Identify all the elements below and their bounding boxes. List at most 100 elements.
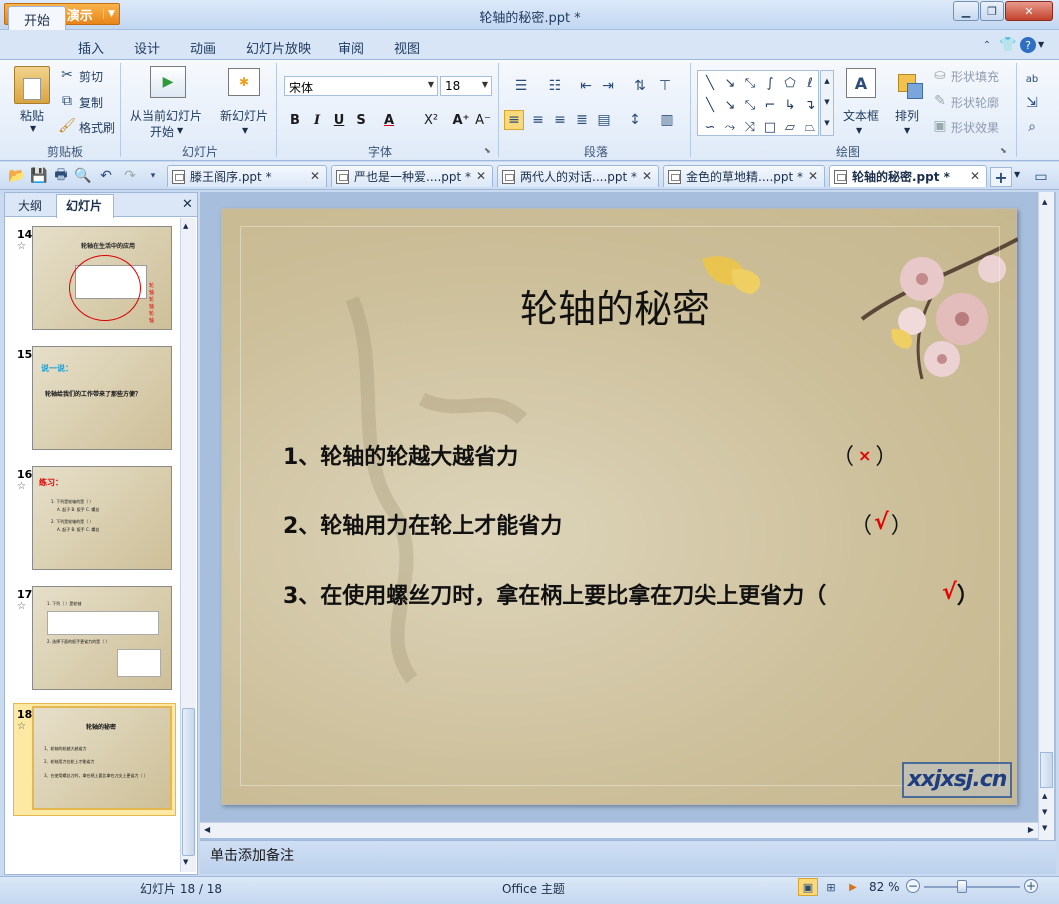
doc-tab[interactable]: 两代人的对话....ppt * ✕ xyxy=(497,165,659,187)
close-icon[interactable]: ✕ xyxy=(808,169,818,183)
copy-button[interactable]: 复制 xyxy=(79,94,103,111)
zoom-out-icon[interactable]: − xyxy=(906,879,920,893)
select-icon[interactable]: ⇲ xyxy=(1022,94,1042,112)
tab-view[interactable]: 视图 xyxy=(394,38,420,57)
window-layout-icon[interactable]: ▭ xyxy=(1030,167,1052,187)
dialog-launcher-icon[interactable]: ⬊ xyxy=(1000,146,1007,155)
justify-icon[interactable]: ≣ xyxy=(572,110,592,130)
slideshow-icon[interactable]: ▶ xyxy=(844,878,862,896)
zoom-slider-thumb[interactable] xyxy=(957,880,968,893)
play-from-current-label-2[interactable]: 开始 xyxy=(150,123,174,140)
arrow-connector-icon[interactable]: ↘ xyxy=(721,96,739,114)
text-direction-icon[interactable]: ⇅ xyxy=(630,76,650,96)
slide-item-3[interactable]: 3、在使用螺丝刀时，拿在柄上要比拿在刀尖上更省力（ xyxy=(283,578,826,610)
tab-review[interactable]: 审阅 xyxy=(338,38,364,57)
shapes-gallery[interactable]: ╲ ↘ ⤡ ∫ ⬠ ℓ ╲ ↘ ⤡ ⌐ ↳ ↴ ∽ ⤳ ⤨ □ ▱ ⏢ xyxy=(697,70,819,136)
slide-thumbnail-selected[interactable]: 轮轴的秘密 1、轮轴的轮越大越省力 2、轮轴用力在轮上才能省力 3、在使用螺丝刀… xyxy=(32,706,172,810)
help-dropdown-icon[interactable]: ▼ xyxy=(1038,40,1044,49)
font-color-button[interactable]: A xyxy=(380,111,398,131)
paste-dropdown-icon[interactable]: ▼ xyxy=(30,124,36,133)
rectangle-shape-icon[interactable]: □ xyxy=(761,118,779,136)
slide-sorter-icon[interactable]: ⊞ xyxy=(821,878,841,896)
customize-toolbar-icon[interactable]: ▾ xyxy=(146,167,160,185)
close-icon[interactable]: ✕ xyxy=(970,169,980,183)
new-tab-button[interactable]: + xyxy=(990,167,1012,187)
tab-insert[interactable]: 插入 xyxy=(78,38,104,57)
connector-shape-icon[interactable]: ╲ xyxy=(701,96,719,114)
elbow-connector-icon[interactable]: ⌐ xyxy=(761,96,779,114)
grow-font-button[interactable]: A⁺ xyxy=(452,111,470,131)
slide-title[interactable]: 轮轴的秘密 xyxy=(400,278,830,333)
shrink-font-button[interactable]: A⁻ xyxy=(474,111,492,131)
arrange-button[interactable]: 排列 xyxy=(895,107,919,124)
new-slide-dropdown-icon[interactable]: ▼ xyxy=(242,126,248,135)
chevron-down-icon[interactable]: ▼ xyxy=(177,126,183,135)
scribble-shape-icon[interactable]: ℓ xyxy=(801,74,819,92)
italic-button[interactable]: I xyxy=(308,111,326,131)
scroll-down-icon[interactable]: ▼ xyxy=(1042,824,1047,832)
scroll-thumb[interactable] xyxy=(182,708,195,856)
font-size-combo[interactable]: 18 ▼ xyxy=(440,76,492,96)
elbow-arrow-icon[interactable]: ↳ xyxy=(781,96,799,114)
scroll-left-icon[interactable]: ◀ xyxy=(204,825,210,834)
chevron-down-icon[interactable]: ▼ xyxy=(856,126,862,135)
close-button[interactable]: ✕ xyxy=(1005,1,1053,21)
tab-animation[interactable]: 动画 xyxy=(190,38,216,57)
align-center-icon[interactable]: ≡ xyxy=(528,110,548,130)
redo-icon[interactable]: ↷ xyxy=(120,167,140,185)
notes-pane[interactable]: 单击添加备注 xyxy=(200,840,1056,874)
curved-arrow-icon[interactable]: ⤳ xyxy=(721,118,739,136)
tab-slides[interactable]: 幻灯片 xyxy=(66,197,102,214)
chevron-down-icon[interactable]: ▼ xyxy=(904,126,910,135)
arrow-shape-icon[interactable]: ↘ xyxy=(721,74,739,92)
open-icon[interactable]: 📂 xyxy=(8,167,26,185)
paste-button[interactable]: 粘贴 xyxy=(20,107,44,124)
align-right-icon[interactable]: ≡ xyxy=(550,110,570,130)
normal-view-icon[interactable]: ▣ xyxy=(798,878,818,896)
doc-tab[interactable]: 严也是一种爱....ppt * ✕ xyxy=(331,165,493,187)
paste-icon[interactable] xyxy=(14,66,50,104)
font-name-combo[interactable]: 宋体 ▼ xyxy=(284,76,438,96)
slide-thumbnail[interactable]: 1. 下列（ ）是轮轴 2. 选择下面的扳手更省力的是（ ） xyxy=(32,586,172,690)
slide-thumbnail[interactable]: 说一说： 轮轴给我们的工作带来了那些方便？ xyxy=(32,346,172,450)
undo-icon[interactable]: ↶ xyxy=(96,167,116,185)
curve-shape-icon[interactable]: ∫ xyxy=(761,74,779,92)
curved-double-arrow-icon[interactable]: ⤨ xyxy=(741,118,759,136)
zoom-in-icon[interactable]: + xyxy=(1024,879,1038,893)
next-slide-icon[interactable]: ▼ xyxy=(1042,808,1047,816)
shapes-gallery-scroll[interactable]: ▲ ▼ ▼ xyxy=(820,70,834,136)
curved-connector-icon[interactable]: ∽ xyxy=(701,118,719,136)
new-slide-button[interactable]: 新幻灯片 xyxy=(220,107,268,124)
close-icon[interactable]: ✕ xyxy=(476,169,486,183)
elbow-double-arrow-icon[interactable]: ↴ xyxy=(801,96,819,114)
chevron-up-icon[interactable]: ⌃ xyxy=(980,38,994,52)
underline-button[interactable]: U xyxy=(330,111,348,131)
trapezoid-shape-icon[interactable]: ⏢ xyxy=(801,118,819,136)
minimize-button[interactable]: ▁ xyxy=(953,1,979,21)
slide-item-2[interactable]: 2、轮轴用力在轮上才能省力 xyxy=(283,508,562,540)
save-icon[interactable]: 💾 xyxy=(30,167,48,185)
answer-2[interactable]: （√） xyxy=(850,508,913,540)
align-text-icon[interactable]: ⊤ xyxy=(652,76,678,96)
double-connector-icon[interactable]: ⤡ xyxy=(741,96,759,114)
decrease-indent-icon[interactable]: ⇤ xyxy=(576,76,596,96)
doc-tab-active[interactable]: 轮轴的秘密.ppt * ✕ xyxy=(829,165,987,187)
thumbnail-scrollbar[interactable]: ▲ ▼ xyxy=(180,218,196,872)
cut-button[interactable]: 剪切 xyxy=(79,68,103,85)
double-arrow-shape-icon[interactable]: ⤡ xyxy=(741,74,759,92)
numbering-icon[interactable]: ☷ xyxy=(540,76,570,96)
prev-slide-icon[interactable]: ▲ xyxy=(1042,792,1047,800)
scroll-thumb[interactable] xyxy=(1040,752,1053,788)
scroll-right-icon[interactable]: ▶ xyxy=(1028,825,1034,834)
zoom-slider-track[interactable] xyxy=(924,886,1020,888)
find-icon[interactable]: ⌕ xyxy=(1022,118,1042,136)
horizontal-scrollbar[interactable]: ◀ ▶ xyxy=(200,822,1038,838)
vertical-scrollbar[interactable]: ▲ ▲ ▼ ▼ xyxy=(1038,192,1054,840)
scroll-up-icon[interactable]: ▲ xyxy=(183,222,188,230)
close-icon[interactable]: ✕ xyxy=(310,169,320,183)
freeform-shape-icon[interactable]: ⬠ xyxy=(781,74,799,92)
superscript-button[interactable]: X² xyxy=(422,111,440,131)
doc-tab[interactable]: 金色的草地精....ppt * ✕ xyxy=(663,165,825,187)
text-box-button[interactable]: 文本框 xyxy=(843,107,879,124)
play-from-current-label-1[interactable]: 从当前幻灯片 xyxy=(130,107,202,124)
